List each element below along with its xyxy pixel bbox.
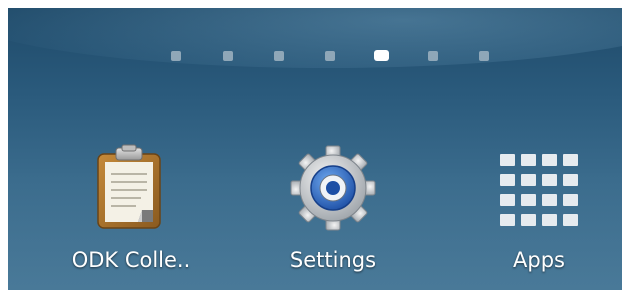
- home-screen: ODK Colle.. Settings Apps: [8, 8, 622, 290]
- app-settings[interactable]: Settings: [258, 132, 408, 282]
- app-drawer-button[interactable]: Apps: [464, 132, 614, 282]
- page-dot-2[interactable]: [223, 51, 233, 61]
- page-indicator: [8, 49, 622, 63]
- page-dot-3[interactable]: [274, 51, 284, 61]
- app-label: Apps: [513, 248, 565, 272]
- page-dot-1[interactable]: [171, 51, 181, 61]
- page-dot-5-active[interactable]: [374, 50, 389, 61]
- clipboard-icon: [86, 142, 176, 232]
- app-grid-icon: [494, 142, 584, 232]
- gear-icon: [288, 142, 378, 232]
- page-dot-7[interactable]: [479, 51, 489, 61]
- app-odk-collect[interactable]: ODK Colle..: [56, 132, 206, 282]
- page-dot-6[interactable]: [428, 51, 438, 61]
- app-label: ODK Colle..: [71, 248, 191, 272]
- page-dot-4[interactable]: [325, 51, 335, 61]
- app-label: Settings: [289, 248, 377, 272]
